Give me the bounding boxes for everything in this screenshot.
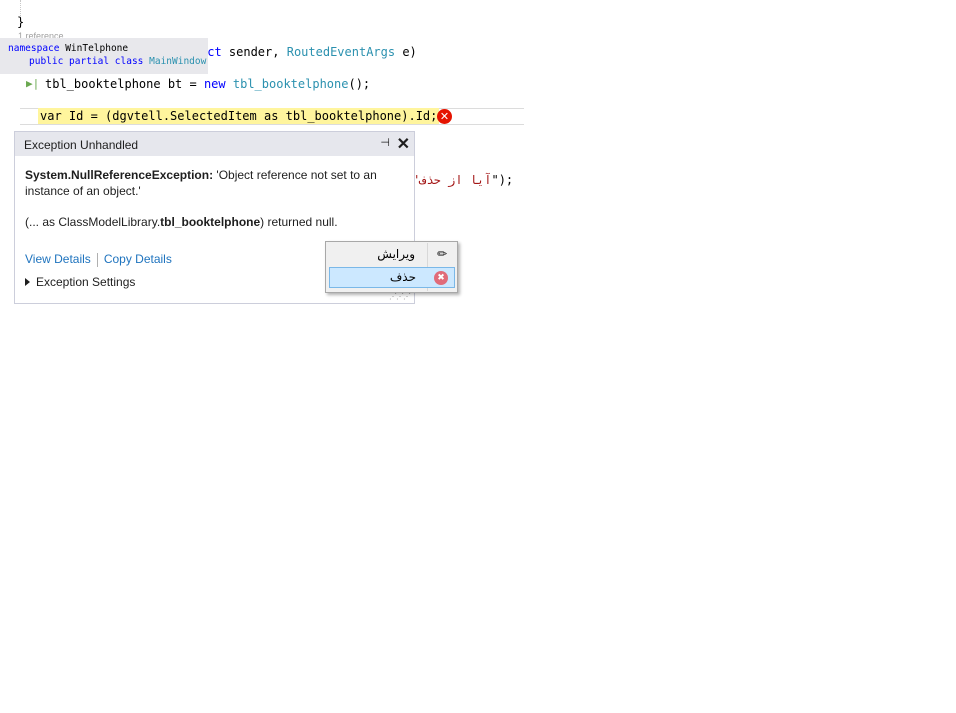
namespace-tooltip: namespace WinTelphone public partial cla… [0,38,208,74]
exception-settings-label: Exception Settings [36,275,136,289]
exception-type: System.NullReferenceException: [25,168,214,182]
namespace-name: WinTelphone [59,43,129,54]
namespace-keyword: namespace [8,43,60,54]
code-text: tbl_booktelphone [45,77,161,91]
method-signature-line: ect sender, RoutedEventArgs e) [200,44,417,60]
menu-item-label: ویرایش [377,247,415,261]
exception-settings-toggle[interactable]: Exception Settings [25,275,135,289]
pin-icon[interactable]: ⊣ [380,136,390,149]
keyword: new [203,77,226,91]
pencil-icon: ✏ [436,247,447,261]
link-separator [96,252,98,267]
view-details-link[interactable]: View Details [25,252,91,266]
code-text: Id = (dgvtell.SelectedItem as tbl_bookte… [61,109,438,123]
code-text: (); [348,77,371,91]
resize-grip-icon[interactable]: ⋰⋰⋰ [389,292,411,301]
type-name: RoutedEventArgs [286,45,396,59]
type-name: tbl_booktelphone [232,77,349,91]
menu-item-edit[interactable]: ویرایش ✏ [329,245,453,265]
exception-header: Exception Unhandled ⊣ ✕ [15,132,414,156]
context-menu: ویرایش ✏ حذف ✖ [325,241,458,293]
null-explanation: (... as ClassModelLibrary.tbl_booktelpho… [25,215,338,229]
expand-triangle-icon [25,278,30,286]
delete-icon: ✖ [434,271,448,285]
closing-brace: } [17,15,25,29]
code-text: "); [491,173,514,187]
null-type: tbl_booktelphone [160,215,261,229]
null-prefix: (... as ClassModelLibrary. [25,215,161,229]
code-text: e) [395,45,417,59]
class-name: MainWindow [149,56,207,67]
keyword: var [40,109,62,123]
exception-title: Exception Unhandled [24,138,139,152]
exception-links: View Details Copy Details [25,252,172,267]
exception-message: System.NullReferenceException: 'Object r… [25,167,395,199]
string-literal: "آیا از حذف [412,173,492,187]
menu-item-label: حذف [389,270,416,284]
null-suffix: ) returned null. [260,215,338,229]
run-to-click-icon[interactable]: ▶| [26,77,39,90]
error-icon[interactable]: ✕ [437,109,452,124]
code-text: sender, [221,45,287,59]
menu-item-delete[interactable]: حذف ✖ [329,267,455,288]
string-line: "آیا از حذف"); [412,172,513,188]
close-icon[interactable]: ✕ [397,134,410,154]
copy-details-link[interactable]: Copy Details [104,252,172,266]
error-line[interactable]: var Id = (dgvtell.SelectedItem as tbl_bo… [38,108,440,124]
new-object-line: tbl_booktelphone bt = new tbl_booktelpho… [45,76,370,92]
class-modifiers: public partial class [29,56,144,67]
code-text: bt = [160,77,204,91]
